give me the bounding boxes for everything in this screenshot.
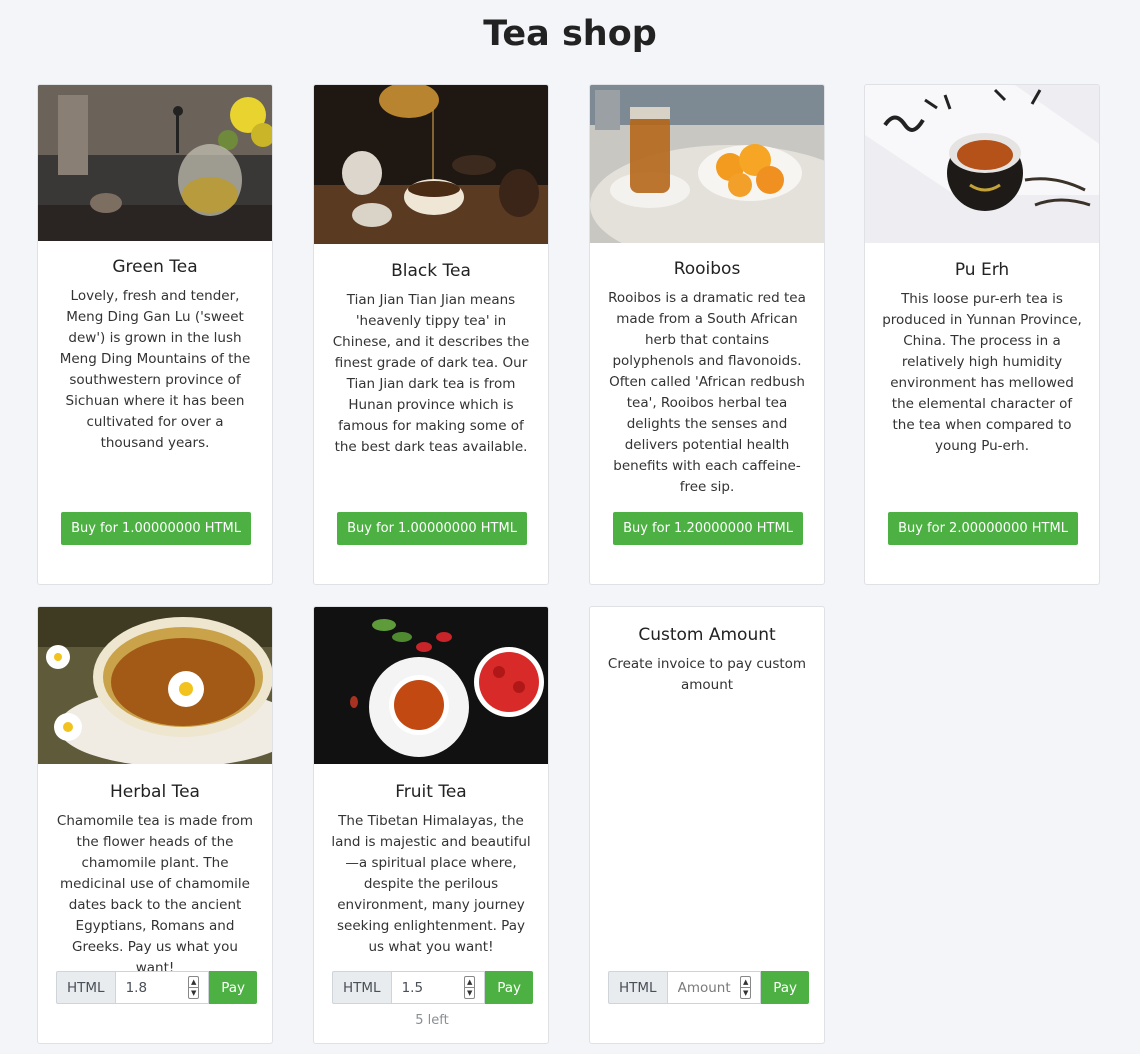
pay-what-you-want-group: HTML ▲ ▼ Pay [56,971,257,1004]
currency-label: HTML [332,971,391,1004]
black-tea-image [314,85,548,244]
chevron-up-icon[interactable]: ▲ [741,977,751,988]
stock-remaining: 5 left [415,1013,449,1028]
pay-button[interactable]: Pay [761,971,809,1004]
fruit-tea-image [314,607,548,764]
chevron-up-icon[interactable]: ▲ [465,977,475,988]
product-title: Black Tea [391,261,471,281]
product-description: This loose pur-erh tea is produced in Yu… [882,291,1082,454]
rooibos-image [590,85,824,243]
product-title: Custom Amount [638,625,776,645]
product-description: Chamomile tea is made from the flower he… [56,813,254,976]
product-description: The Tibetan Himalayas, the land is majes… [331,813,531,955]
buy-button[interactable]: Buy for 2.00000000 HTML [888,512,1078,545]
product-description: Create invoice to pay custom amount [607,656,807,693]
product-title: Fruit Tea [395,782,467,802]
amount-stepper[interactable]: ▲ ▼ [740,976,752,999]
pay-what-you-want-group: HTML ▲ ▼ Pay [332,971,533,1004]
green-tea-image [38,85,272,241]
pu-erh-image [865,85,1099,243]
amount-field: ▲ ▼ [390,971,486,1004]
product-card-black-tea: Black Tea Tian Jian Tian Jian means 'hea… [313,84,549,585]
currency-label: HTML [56,971,115,1004]
amount-stepper[interactable]: ▲ ▼ [188,976,200,999]
buy-button[interactable]: Buy for 1.00000000 HTML [61,512,251,545]
pay-button[interactable]: Pay [485,971,533,1004]
product-card-pu-erh: Pu Erh This loose pur-erh tea is produce… [864,84,1100,585]
product-card-rooibos: Rooibos Rooibos is a dramatic red tea ma… [589,84,825,585]
buy-button[interactable]: Buy for 1.00000000 HTML [337,512,527,545]
chevron-down-icon[interactable]: ▼ [465,988,474,998]
amount-field: ▲ ▼ [666,971,762,1004]
chevron-down-icon[interactable]: ▼ [741,988,750,998]
product-title: Herbal Tea [110,782,200,802]
product-card-herbal-tea: Herbal Tea Chamomile tea is made from th… [37,606,273,1044]
amount-stepper[interactable]: ▲ ▼ [464,976,476,999]
product-card-green-tea: Green Tea Lovely, fresh and tender, Meng… [37,84,273,585]
product-title: Rooibos [673,259,741,279]
product-card-custom-amount: Custom Amount Create invoice to pay cust… [589,606,825,1044]
currency-label: HTML [608,971,667,1004]
buy-button[interactable]: Buy for 1.20000000 HTML [613,512,803,545]
product-title: Pu Erh [954,260,1010,280]
chevron-up-icon[interactable]: ▲ [189,977,199,988]
product-description: Lovely, fresh and tender, Meng Ding Gan … [59,288,251,451]
pay-button[interactable]: Pay [209,971,257,1004]
herbal-tea-image [38,607,272,764]
product-card-fruit-tea: Fruit Tea The Tibetan Himalayas, the lan… [313,606,549,1044]
custom-amount-group: HTML ▲ ▼ Pay [608,971,809,1004]
amount-field: ▲ ▼ [114,971,210,1004]
page-title: Tea shop [483,14,657,54]
product-description: Tian Jian Tian Jian means 'heavenly tipp… [332,292,530,455]
product-description: Rooibos is a dramatic red tea made from … [608,290,806,495]
chevron-down-icon[interactable]: ▼ [189,988,198,998]
product-title: Green Tea [112,257,198,277]
